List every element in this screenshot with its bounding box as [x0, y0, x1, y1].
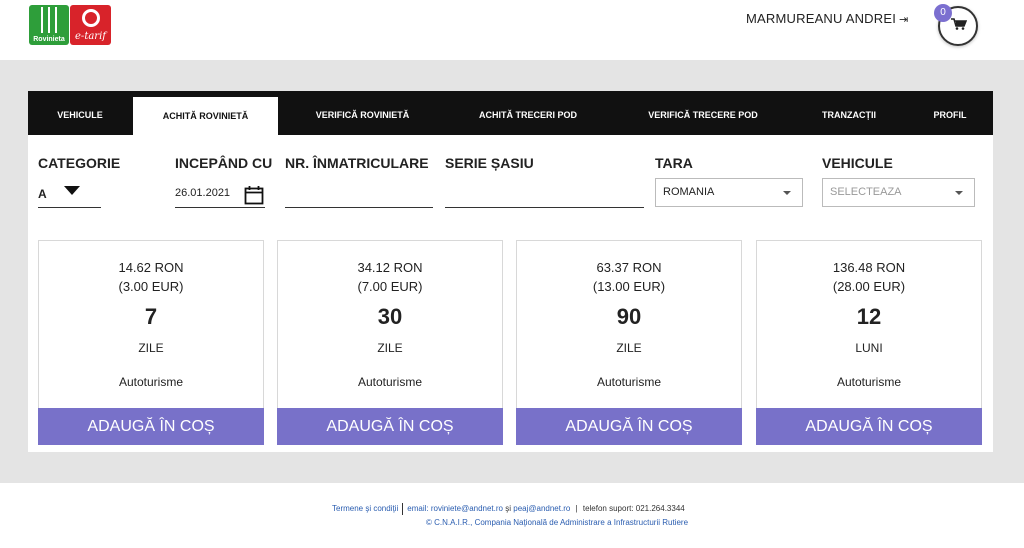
vignette-card-30-zile: 34.12 RON (7.00 EUR) 30 ZILE Autoturisme… [277, 240, 503, 445]
footer: Termene şi condiţii email: roviniete@andn… [0, 483, 1024, 548]
chevron-down-icon [955, 191, 963, 195]
copyright-symbol: © C.N.A.I.R., [426, 518, 473, 527]
tara-select[interactable]: ROMANIA [655, 178, 803, 207]
tab-achita-rovinieta[interactable]: ACHITĂ ROVINIETĂ [133, 97, 278, 135]
footer-divider [402, 503, 404, 515]
duration-value: 90 [616, 304, 642, 329]
nr-inmatriculare-label: NR. ÎNMATRICULARE [285, 155, 429, 171]
start-date-input[interactable]: 26.01.2021 [175, 187, 230, 199]
incepand-label: INCEPÂND CU [175, 155, 273, 171]
price-eur: (28.00 EUR) [832, 279, 906, 294]
cart-count-badge: 0 [934, 4, 952, 22]
duration-unit: ZILE [138, 341, 164, 355]
main-panel: VEHICULE ACHITĂ ROVINIETĂ VERIFICĂ ROVIN… [28, 91, 993, 452]
vehicle-type: Autoturisme [596, 375, 662, 389]
vehicule-select[interactable]: SELECTEAZA [822, 178, 975, 207]
tab-achita-treceri-pod[interactable]: ACHITĂ TRECERI POD [453, 91, 603, 135]
terms-link[interactable]: Termene şi condiţii [332, 504, 398, 513]
dropdown-caret-icon[interactable] [64, 186, 80, 195]
email-roviniete-link[interactable]: roviniete@andnet.ro [431, 504, 503, 513]
chevron-down-icon [783, 191, 791, 195]
email-peaj-link[interactable]: peaj@andnet.ro [513, 504, 570, 513]
duration-unit: ZILE [616, 341, 642, 355]
user-menu[interactable]: MARMUREANU ANDREI ⇥ [746, 11, 908, 26]
tara-label: TARA [655, 155, 693, 171]
price-ron: 34.12 RON [357, 260, 423, 275]
email-label: email: [407, 504, 429, 514]
price-eur: (3.00 EUR) [118, 279, 184, 294]
calendar-icon[interactable] [244, 185, 264, 205]
etarif-logo[interactable]: e-tarif [70, 5, 111, 45]
vignette-card-12-luni: 136.48 RON (28.00 EUR) 12 LUNI Autoturis… [756, 240, 982, 445]
rovinieta-logo-text: Rovinieta [33, 36, 65, 43]
add-to-cart-button[interactable]: ADAUGĂ ÎN COȘ [516, 408, 742, 445]
vehicle-type: Autoturisme [357, 375, 423, 389]
price-ron: 136.48 RON [832, 260, 906, 275]
add-to-cart-button[interactable]: ADAUGĂ ÎN COȘ [277, 408, 503, 445]
vehicule-select-placeholder: SELECTEAZA [830, 186, 902, 198]
footer-copyright: © C.N.A.I.R., Compania Naţională de Admi… [426, 518, 688, 527]
duration-value: 7 [144, 304, 158, 329]
tab-verifica-rovinieta[interactable]: VERIFICĂ ROVINIETĂ [290, 91, 435, 135]
email-conjunction: şi [505, 504, 512, 514]
start-date-underline [175, 207, 265, 208]
etarif-mark-icon [82, 9, 100, 27]
add-to-cart-button[interactable]: ADAUGĂ ÎN COȘ [38, 408, 264, 445]
duration-unit: LUNI [855, 341, 883, 355]
tab-bar: VEHICULE ACHITĂ ROVINIETĂ VERIFICĂ ROVIN… [28, 91, 993, 135]
footer-links: Termene şi condiţii email: roviniete@andn… [332, 503, 685, 515]
categorie-value[interactable]: A [38, 187, 47, 201]
price-ron: 63.37 RON [596, 260, 662, 275]
vignette-card-90-zile: 63.37 RON (13.00 EUR) 90 ZILE Autoturism… [516, 240, 742, 445]
cnair-link[interactable]: Compania Naţională de Administrare a Inf… [475, 518, 688, 527]
rovinieta-logo[interactable]: Rovinieta [29, 5, 69, 45]
tab-vehicule[interactable]: VEHICULE [28, 91, 132, 135]
vehicle-type: Autoturisme [118, 375, 184, 389]
categorie-label: CATEGORIE [38, 155, 121, 171]
duration-value: 12 [856, 304, 882, 329]
vehicule-label: VEHICULE [822, 155, 893, 171]
nr-inmatriculare-underline [285, 207, 433, 208]
etarif-logo-text: e-tarif [75, 31, 106, 42]
shopping-cart-icon [951, 18, 967, 30]
footer-pipe: | [575, 504, 578, 514]
tab-verifica-trecere-pod[interactable]: VERIFICĂ TRECERE POD [628, 91, 778, 135]
tara-select-value: ROMANIA [663, 186, 715, 198]
serie-sasiu-underline [445, 207, 644, 208]
tab-profil[interactable]: PROFIL [920, 91, 980, 135]
duration-unit: ZILE [377, 341, 403, 355]
header: Rovinieta e-tarif MARMUREANU ANDREI ⇥ 0 [0, 0, 1024, 60]
price-eur: (7.00 EUR) [357, 279, 423, 294]
serie-sasiu-label: SERIE ȘASIU [445, 155, 534, 171]
vignette-card-7-zile: 14.62 RON (3.00 EUR) 7 ZILE Autoturisme … [38, 240, 264, 445]
categorie-underline [38, 207, 101, 208]
cart-button[interactable]: 0 [934, 4, 978, 46]
user-name: MARMUREANU ANDREI [746, 11, 897, 26]
price-ron: 14.62 RON [118, 260, 184, 275]
vehicle-type: Autoturisme [836, 375, 902, 389]
add-to-cart-button[interactable]: ADAUGĂ ÎN COȘ [756, 408, 982, 445]
price-eur: (13.00 EUR) [592, 279, 666, 294]
tab-tranzactii[interactable]: TRANZACȚII [804, 91, 894, 135]
support-phone: telefon suport: 021.264.3344 [582, 504, 685, 514]
duration-value: 30 [377, 304, 403, 329]
logout-icon[interactable]: ⇥ [899, 14, 908, 26]
road-icon [41, 7, 57, 33]
